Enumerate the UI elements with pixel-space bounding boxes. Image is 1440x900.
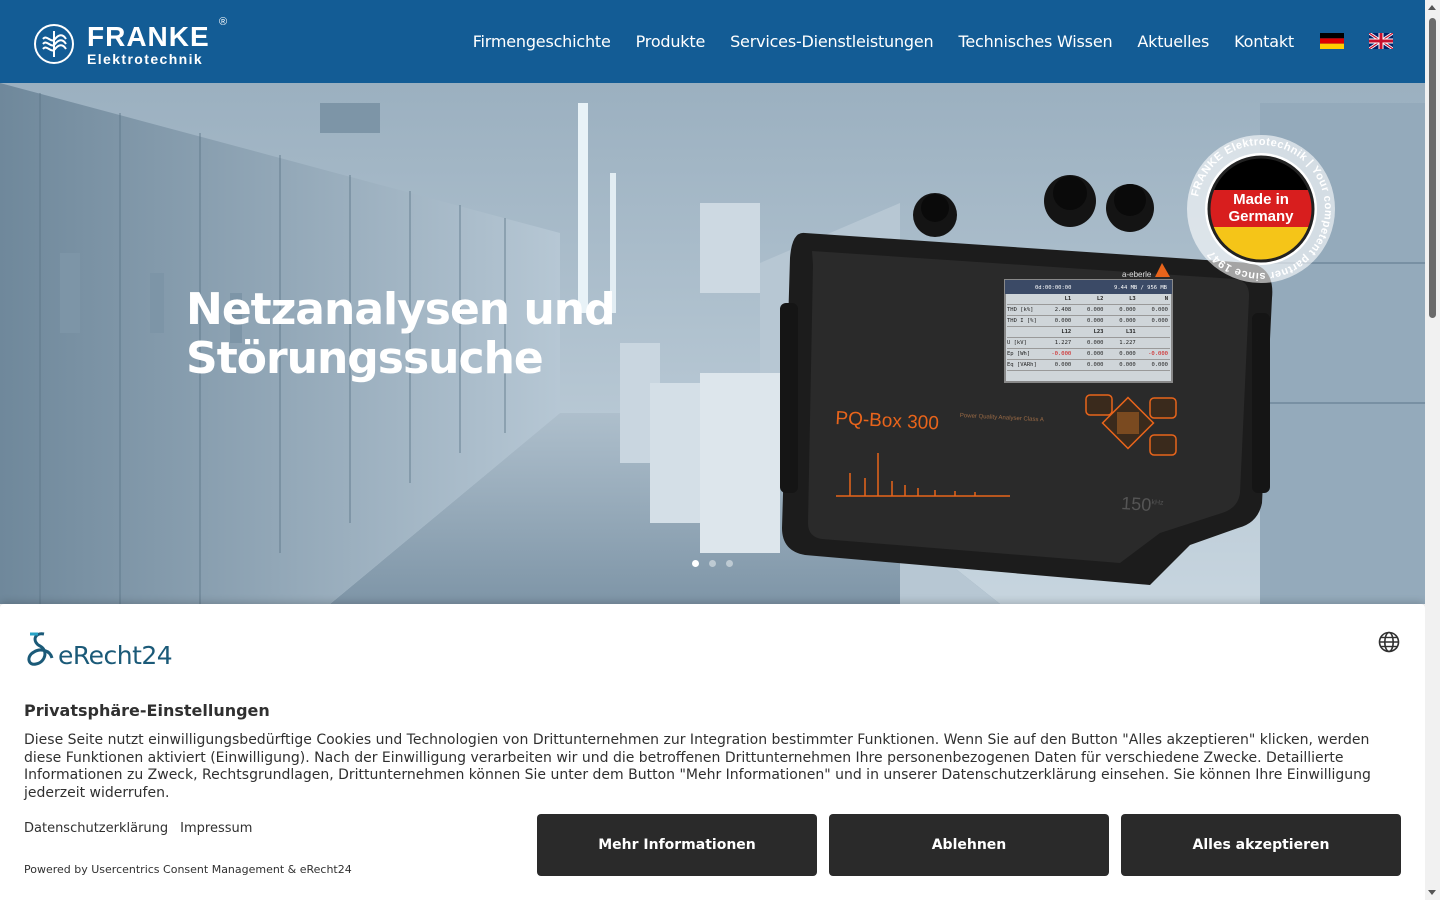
nav-firmengeschichte[interactable]: Firmengeschichte: [473, 32, 611, 51]
screen-cell: 0.000: [1073, 316, 1106, 327]
screen-cell: -0.000: [1041, 349, 1074, 360]
screen-header-cell: L31: [1105, 327, 1138, 338]
screen-cell: 0.000: [1105, 305, 1138, 316]
screen-header-cell: L3: [1105, 294, 1138, 305]
nav-services[interactable]: Services-Dienstleistungen: [730, 32, 934, 51]
badge-text: Made in Germany: [1185, 191, 1337, 225]
device-freq-unit: kHz: [1151, 499, 1164, 507]
screen-cell: -0.000: [1137, 349, 1170, 360]
logo-name: FRANKE: [87, 20, 210, 52]
scroll-thumb[interactable]: [1429, 18, 1436, 318]
main-nav: Firmengeschichte Produkte Services-Diens…: [473, 32, 1295, 51]
screen-cell: THD [k%]: [1007, 305, 1041, 316]
screen-header-cell: [1007, 294, 1041, 305]
deny-button[interactable]: Ablehnen: [829, 814, 1109, 876]
flag-de-icon[interactable]: [1320, 33, 1344, 49]
device-screen: 0d:00:00:00 9.44 MB / 956 MB L1 L2 L3 N THD …: [1007, 282, 1170, 380]
scroll-up-arrow-icon[interactable]: [1428, 5, 1436, 10]
screen-cell: 0.000: [1073, 338, 1106, 349]
erecht24-logo-text: eRecht24: [58, 641, 173, 670]
franke-logo-icon: [34, 24, 74, 64]
logo-sub: Elektrotechnik: [87, 50, 204, 67]
screen-cell: U [kV]: [1007, 338, 1041, 349]
franke-logo[interactable]: FRANKE Elektrotechnik ®: [34, 16, 234, 67]
device-freq-value: 150: [1120, 493, 1152, 516]
screen-cell: 1.227: [1105, 338, 1138, 349]
screen-cell: 0.000: [1105, 360, 1138, 371]
page-scrollbar[interactable]: [1425, 0, 1440, 900]
more-information-button[interactable]: Mehr Informationen: [537, 814, 817, 876]
nav-produkte[interactable]: Produkte: [636, 32, 706, 51]
slider-dot[interactable]: [692, 560, 699, 567]
device-freq: 150kHz: [1121, 493, 1164, 517]
screen-cell: THD I [%]: [1007, 316, 1041, 327]
screen-cell: 0.000: [1073, 349, 1106, 360]
screen-memory: 9.44 MB / 956 MB: [1114, 285, 1167, 291]
screen-cell: Ep [Wh]: [1007, 349, 1041, 360]
nav-kontakt[interactable]: Kontakt: [1234, 32, 1294, 51]
screen-cell: 0.000: [1041, 316, 1074, 327]
consent-description: Diese Seite nutzt einwilligungsbedürftig…: [24, 732, 1371, 801]
cookie-consent-banner: eRecht24 Privatsphäre-Einstellungen Dies…: [0, 604, 1425, 900]
screen-cell: 0.000: [1105, 316, 1138, 327]
hero-slider: Netzanalysen und Störungssuche a-eberle …: [0, 83, 1425, 604]
screen-time: 0d:00:00:00: [1035, 285, 1072, 291]
erecht24-logo-icon: [27, 632, 54, 666]
consent-links: Datenschutzerklärung Impressum: [24, 821, 252, 836]
nav-technisches-wissen[interactable]: Technisches Wissen: [958, 32, 1112, 51]
device-brand: a-eberle: [1122, 270, 1152, 279]
screen-header-cell: [1137, 327, 1170, 338]
screen-header-cell: L12: [1041, 327, 1074, 338]
consent-title: Privatsphäre-Einstellungen: [24, 701, 270, 720]
language-globe-icon[interactable]: [1378, 631, 1400, 653]
accept-all-button[interactable]: Alles akzeptieren: [1121, 814, 1401, 876]
privacy-policy-link[interactable]: Datenschutzerklärung: [24, 821, 168, 836]
imprint-link[interactable]: Impressum: [180, 821, 252, 836]
screen-cell: 0.000: [1073, 305, 1106, 316]
erecht24-logo: eRecht24: [24, 630, 173, 670]
screen-cell: 0.000: [1137, 316, 1170, 327]
slider-dot[interactable]: [726, 560, 733, 567]
screen-cell: 0.000: [1137, 305, 1170, 316]
nav-aktuelles[interactable]: Aktuelles: [1137, 32, 1209, 51]
screen-cell: 0.000: [1105, 349, 1138, 360]
slider-dots: [692, 560, 733, 567]
scroll-down-arrow-icon[interactable]: [1428, 890, 1436, 895]
screen-cell: [1137, 338, 1170, 349]
site-header: FRANKE Elektrotechnik ® Firmengeschichte…: [0, 0, 1425, 83]
screen-table: L1 L2 L3 N THD [k%] 2.408 0.000 0.000 0.000 THD I…: [1007, 294, 1170, 371]
badge-text-line1: Made in: [1233, 191, 1289, 208]
screen-cell: 0.000: [1137, 360, 1170, 371]
screen-cell: 2.408: [1041, 305, 1074, 316]
registered-mark: ®: [219, 15, 228, 28]
screen-header-cell: L23: [1073, 327, 1106, 338]
screen-header-cell: [1007, 327, 1041, 338]
screen-cell: 1.227: [1041, 338, 1074, 349]
screen-cell: 0.000: [1041, 360, 1074, 371]
powered-by: Powered by Usercentrics Consent Manageme…: [24, 863, 352, 876]
made-in-germany-badge: FRANKE Elektrotechnik | Your competent p…: [1185, 133, 1337, 285]
slider-dot[interactable]: [709, 560, 716, 567]
badge-text-line2: Germany: [1228, 208, 1294, 225]
screen-cell: Eq [VARh]: [1007, 360, 1041, 371]
screen-header-cell: N: [1137, 294, 1170, 305]
screen-header-cell: L1: [1041, 294, 1074, 305]
screen-header-cell: L2: [1073, 294, 1106, 305]
screen-cell: 0.000: [1073, 360, 1106, 371]
flag-uk-icon[interactable]: [1369, 33, 1393, 49]
